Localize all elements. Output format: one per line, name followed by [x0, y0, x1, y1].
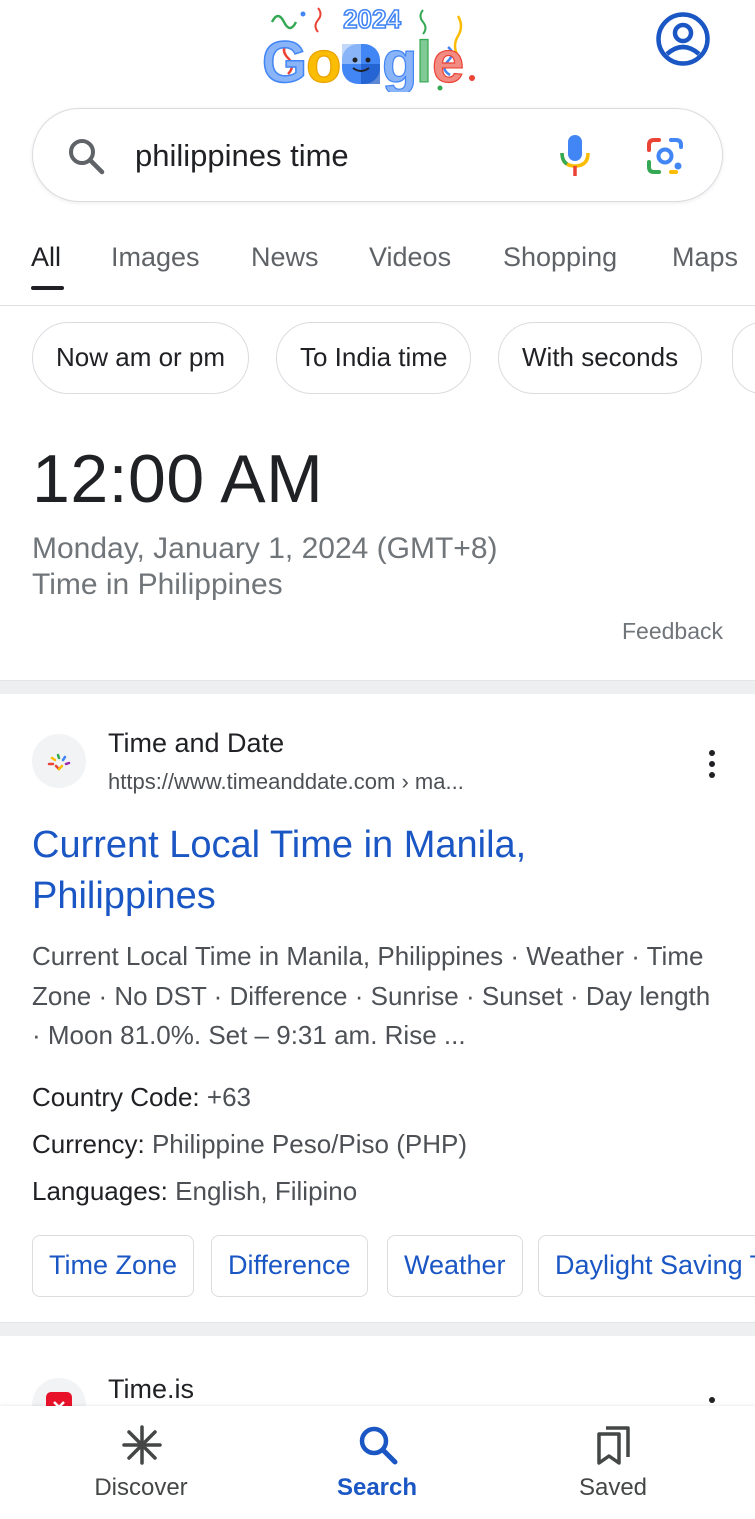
search-icon: [69, 139, 105, 175]
account-icon[interactable]: [655, 11, 711, 67]
current-time: 12:00 AM: [32, 441, 324, 517]
nav-label: Discover: [94, 1474, 188, 1501]
timeis-logo-icon: [46, 1392, 72, 1406]
nav-search[interactable]: Search: [277, 1406, 477, 1519]
time-location: Time in Philippines: [32, 568, 283, 601]
tab-videos[interactable]: Videos: [369, 242, 451, 273]
chip-more[interactable]: [732, 322, 755, 394]
tab-images[interactable]: Images: [111, 242, 200, 273]
search-result: Time and Date https://www.timeanddate.co…: [0, 694, 755, 1322]
feedback-link[interactable]: Feedback: [622, 618, 723, 645]
tab-all[interactable]: All: [31, 242, 61, 273]
nav-label: Search: [336, 1474, 418, 1501]
chip-with-seconds[interactable]: With seconds: [498, 322, 703, 394]
search-input[interactable]: philippines time: [135, 135, 349, 177]
asterisk-icon: [122, 1425, 162, 1465]
fact-languages: Languages: English, Filipino: [32, 1176, 357, 1207]
site-url[interactable]: https://www.timeanddate.com › ma...: [108, 769, 464, 795]
tab-shopping[interactable]: Shopping: [503, 242, 617, 273]
fact-value: Philippine Peso/Piso (PHP): [151, 1129, 467, 1159]
fact-value: English, Filipino: [175, 1176, 358, 1206]
more-options-icon[interactable]: [700, 1394, 724, 1406]
sitelink-difference[interactable]: Difference: [211, 1235, 368, 1297]
header: 2024 G o g l e: [0, 0, 755, 100]
google-lens-icon[interactable]: [645, 136, 685, 176]
google-doodle-logo[interactable]: 2024 G o g l e: [258, 2, 486, 92]
chip-to-india-time[interactable]: To India time: [276, 322, 472, 394]
bottom-navigation: Discover Search Saved: [0, 1406, 755, 1519]
search-tabs: All Images News Videos Shopping Maps: [0, 230, 755, 306]
sitelink-time-zone[interactable]: Time Zone: [32, 1235, 195, 1297]
active-tab-indicator: [31, 286, 64, 290]
site-favicon: [32, 734, 86, 788]
svg-text:o: o: [306, 30, 341, 92]
section-divider: [0, 1322, 755, 1336]
fact-country-code: Country Code: +63: [32, 1082, 251, 1113]
current-date: Monday, January 1, 2024 (GMT+8): [32, 532, 498, 565]
svg-text:e: e: [432, 30, 464, 92]
sitelink-daylight-saving[interactable]: Daylight Saving T: [538, 1235, 755, 1297]
result-title-link[interactable]: Current Local Time in Manila, Philippine…: [32, 820, 712, 922]
site-favicon: [32, 1378, 86, 1406]
site-name[interactable]: Time and Date: [108, 728, 284, 759]
nav-saved[interactable]: Saved: [513, 1406, 713, 1519]
svg-text:g: g: [382, 30, 417, 92]
svg-text:G: G: [262, 30, 307, 92]
refinement-chips: Now am or pm To India time With seconds: [0, 306, 755, 410]
nav-discover[interactable]: Discover: [41, 1406, 241, 1519]
chip-now-am-or-pm[interactable]: Now am or pm: [32, 322, 250, 394]
section-divider: [0, 680, 755, 694]
tab-news[interactable]: News: [251, 242, 319, 273]
bookmarks-icon: [597, 1426, 630, 1465]
fact-value: +63: [206, 1082, 251, 1112]
fact-label: Languages:: [32, 1176, 168, 1206]
search-box[interactable]: philippines time: [32, 108, 723, 202]
fact-currency: Currency: Philippine Peso/Piso (PHP): [32, 1129, 467, 1160]
tab-maps[interactable]: Maps: [672, 242, 738, 273]
microphone-icon[interactable]: [555, 133, 595, 179]
fact-label: Currency:: [32, 1129, 145, 1159]
search-result: Time.is: [0, 1336, 755, 1406]
more-options-icon[interactable]: [700, 747, 724, 781]
sitelink-weather[interactable]: Weather: [387, 1235, 523, 1297]
site-name[interactable]: Time.is: [108, 1374, 194, 1405]
svg-text:l: l: [416, 30, 432, 92]
nav-label: Saved: [578, 1474, 648, 1501]
time-answer-card: 12:00 AM Monday, January 1, 2024 (GMT+8)…: [0, 410, 755, 680]
timeanddate-logo-icon: [47, 753, 71, 771]
result-snippet: Current Local Time in Manila, Philippine…: [32, 941, 711, 1050]
search-icon: [359, 1426, 398, 1465]
fact-label: Country Code:: [32, 1082, 200, 1112]
